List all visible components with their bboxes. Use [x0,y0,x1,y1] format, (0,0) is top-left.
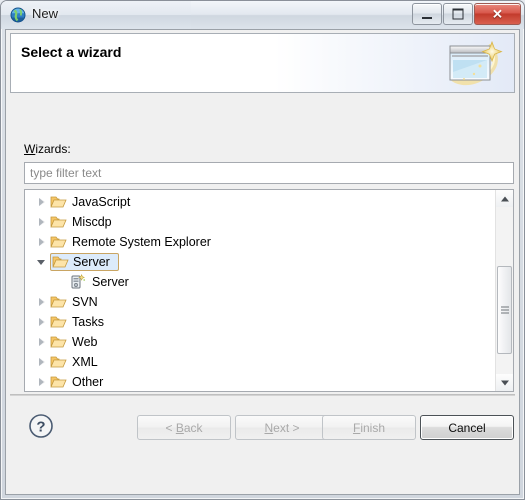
tree-item-label: Web [72,335,98,349]
expand-arrow-icon[interactable] [37,317,46,327]
finish-button[interactable]: Finish [322,415,416,440]
tree-item-tasks[interactable]: Tasks [25,312,495,332]
next-button-mnemonic: N [264,420,274,435]
wizards-label: Wizards: [24,142,71,156]
scroll-up-button[interactable] [496,190,513,207]
server-wizard-icon [69,274,86,290]
folder-icon [50,354,67,370]
folder-icon [50,314,67,330]
tree-item-label: SVN [72,295,98,309]
wizards-label-mnemonic: W [24,142,36,156]
folder-icon [50,294,67,310]
eclipse-globe-icon [10,7,26,23]
back-button-rest: ack [183,420,203,435]
tree-item-label: Miscdp [72,215,112,229]
expand-arrow-icon[interactable] [37,357,46,367]
close-button[interactable]: ✕ [474,3,521,25]
close-icon: ✕ [492,6,503,22]
help-button[interactable]: ? [28,413,54,439]
collapse-arrow-icon[interactable] [37,258,46,267]
tree-item-label: JavaScript [72,195,131,209]
svg-text:?: ? [36,419,45,436]
new-wizard-dialog: New ✕ Select a wizard Wizards: type filt… [0,0,525,500]
tree-item-label: XML [72,355,98,369]
page-title: Select a wizard [21,44,122,60]
folder-icon [50,194,67,210]
expand-arrow-icon[interactable] [37,217,46,227]
tree-item-other[interactable]: Other [25,372,495,391]
tree-item-label: Tasks [72,315,104,329]
cancel-button[interactable]: Cancel [420,415,514,440]
maximize-button[interactable] [443,3,473,25]
folder-icon [50,234,67,250]
expand-arrow-icon[interactable] [37,377,46,387]
next-button[interactable]: Next > [235,415,329,440]
expand-arrow-icon[interactable] [37,197,46,207]
wizard-window-sparkle-icon [444,38,506,90]
dialog-client-area: Select a wizard Wizards: type filter tex… [5,29,520,495]
folder-icon [52,254,69,270]
selection-highlight: Server [50,253,119,271]
tree-item-label: Server [92,275,129,289]
window-title: New [32,6,59,21]
tree-item-label: Other [72,375,104,389]
title-bar[interactable]: New ✕ [1,1,524,29]
chevron-down-icon [500,380,509,385]
expand-arrow-icon[interactable] [37,297,46,307]
next-button-rest: ext [273,420,290,435]
button-bar-separator [10,394,515,396]
scrollbar-grip-icon [500,306,509,314]
maximize-icon [452,8,464,20]
filter-text-input[interactable] [24,162,514,184]
tree-item-miscdp[interactable]: Miscdp [25,212,495,232]
folder-icon [50,214,67,230]
back-button-prefix: < [165,420,176,435]
dialog-button-bar: ? < Back Next > Finish Cancel [6,397,519,461]
tree-item-remote-system-explorer[interactable]: Remote System Explorer [25,232,495,252]
expand-arrow-icon[interactable] [37,337,46,347]
tree-item-web[interactable]: Web [25,332,495,352]
caption-button-group: ✕ [412,3,521,25]
chevron-up-icon [500,196,509,201]
tree-item-server-wizard[interactable]: Server [25,272,495,292]
tree-item-xml[interactable]: XML [25,352,495,372]
scrollbar-thumb[interactable] [497,266,512,354]
scroll-down-button[interactable] [496,374,513,391]
next-button-suffix: > [289,420,300,435]
expand-arrow-icon[interactable] [37,237,46,247]
back-button-mnemonic: B [175,420,184,435]
wizard-banner: Select a wizard [10,33,515,93]
folder-icon [50,374,67,390]
tree-item-svn[interactable]: SVN [25,292,495,312]
dialog-body: Wizards: JavaScript [6,96,519,494]
tree-item-label: Server [73,255,110,269]
minimize-icon [422,17,432,19]
tree-rows-container: JavaScript Miscdp Remote System Explorer… [25,192,495,391]
folder-icon [50,334,67,350]
wizards-label-rest: izards: [35,142,71,156]
minimize-button[interactable] [412,3,442,25]
tree-vertical-scrollbar[interactable] [495,190,513,391]
tree-item-label: Remote System Explorer [72,235,211,249]
wizard-tree[interactable]: JavaScript Miscdp Remote System Explorer… [24,189,514,392]
back-button[interactable]: < Back [137,415,231,440]
tree-item-javascript[interactable]: JavaScript [25,192,495,212]
finish-button-rest: inish [360,420,386,435]
tree-item-server-category[interactable]: Server [25,252,495,272]
title-bar-glass [1,1,191,29]
